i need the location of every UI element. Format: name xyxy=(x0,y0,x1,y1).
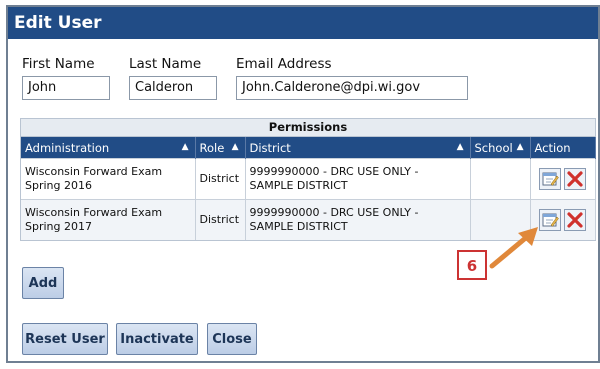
cell-school xyxy=(470,158,531,200)
first-name-label: First Name xyxy=(22,56,95,72)
last-name-field[interactable]: Calderon xyxy=(129,76,217,100)
column-header-district[interactable]: District ▲ xyxy=(245,137,471,159)
cell-district: 9999990000 - DRC USE ONLY - SAMPLE DISTR… xyxy=(245,158,471,200)
pointer-arrow-icon xyxy=(489,227,538,269)
cell-role: District xyxy=(195,158,246,200)
sort-arrow-icon: ▲ xyxy=(516,142,524,152)
dialog-title: Edit User xyxy=(8,7,598,39)
email-label: Email Address xyxy=(236,56,332,72)
reset-user-button[interactable]: Reset User xyxy=(22,323,108,355)
sort-arrow-icon: ▲ xyxy=(181,142,189,152)
edit-icon xyxy=(542,172,559,186)
edit-permission-button[interactable] xyxy=(539,168,561,190)
close-button[interactable]: Close xyxy=(207,323,257,355)
cell-administration: Wisconsin Forward Exam Spring 2017 xyxy=(21,199,196,240)
table-row: Wisconsin Forward Exam Spring 2016 Distr… xyxy=(21,158,596,200)
cell-action xyxy=(530,158,596,200)
delete-icon xyxy=(567,171,583,187)
cell-district: 9999990000 - DRC USE ONLY - SAMPLE DISTR… xyxy=(245,199,471,240)
email-field[interactable]: John.Calderone@dpi.wi.gov xyxy=(236,76,468,100)
last-name-label: Last Name xyxy=(129,56,202,72)
sort-arrow-icon: ▲ xyxy=(456,142,464,152)
column-header-role[interactable]: Role ▲ xyxy=(195,137,246,159)
add-button[interactable]: Add xyxy=(22,267,64,299)
cell-role: District xyxy=(195,199,246,240)
edit-user-dialog: Edit User First Name John Last Name Cald… xyxy=(6,5,600,363)
delete-permission-button[interactable] xyxy=(564,209,586,231)
cell-administration: Wisconsin Forward Exam Spring 2016 xyxy=(21,158,196,200)
first-name-field[interactable]: John xyxy=(22,76,110,100)
step-callout: 6 xyxy=(457,250,487,280)
delete-icon xyxy=(567,212,583,228)
column-header-action: Action xyxy=(530,137,596,159)
sort-arrow-icon: ▲ xyxy=(231,142,239,152)
permissions-title: Permissions xyxy=(21,119,595,137)
inactivate-button[interactable]: Inactivate xyxy=(116,323,198,355)
delete-permission-button[interactable] xyxy=(564,168,586,190)
column-header-administration[interactable]: Administration ▲ xyxy=(21,137,196,159)
column-header-school[interactable]: School ▲ xyxy=(470,137,531,159)
